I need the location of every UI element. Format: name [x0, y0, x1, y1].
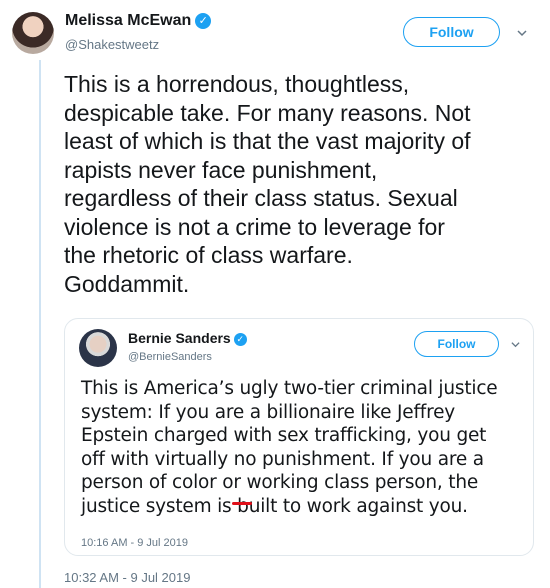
avatar[interactable] [12, 12, 54, 54]
verified-badge-icon: ✓ [233, 333, 247, 346]
thread-line [39, 60, 41, 588]
quoted-follow-button[interactable]: Follow [414, 331, 499, 357]
red-underline-mark [232, 502, 252, 505]
chevron-down-icon[interactable] [511, 340, 520, 349]
verified-badge-icon: ✓ [195, 13, 212, 29]
quoted-tweet-card[interactable]: Bernie Sanders ✓ @BernieSanders Follow Th… [64, 318, 534, 556]
tweet-text: This is a horrendous, thoughtless, despi… [64, 71, 471, 297]
quoted-timestamp[interactable]: 10:16 AM - 9 Jul 2019 [81, 537, 188, 549]
chevron-down-icon[interactable] [517, 28, 527, 38]
follow-button[interactable]: Follow [403, 17, 500, 47]
quoted-avatar[interactable] [79, 329, 117, 367]
quoted-author-handle[interactable]: @BernieSanders [128, 351, 212, 363]
quoted-author-name[interactable]: Bernie Sanders ✓ [128, 330, 247, 346]
author-handle[interactable]: @Shakestweetz [65, 37, 159, 52]
quoted-author-name-text[interactable]: Bernie Sanders [128, 330, 231, 346]
author-name[interactable]: Melissa McEwan ✓ [65, 12, 212, 30]
quoted-tweet-text: This is America’s ugly two-tier criminal… [81, 378, 498, 517]
tweet-timestamp[interactable]: 10:32 AM - 9 Jul 2019 [64, 570, 190, 585]
author-name-text[interactable]: Melissa McEwan [65, 12, 191, 29]
